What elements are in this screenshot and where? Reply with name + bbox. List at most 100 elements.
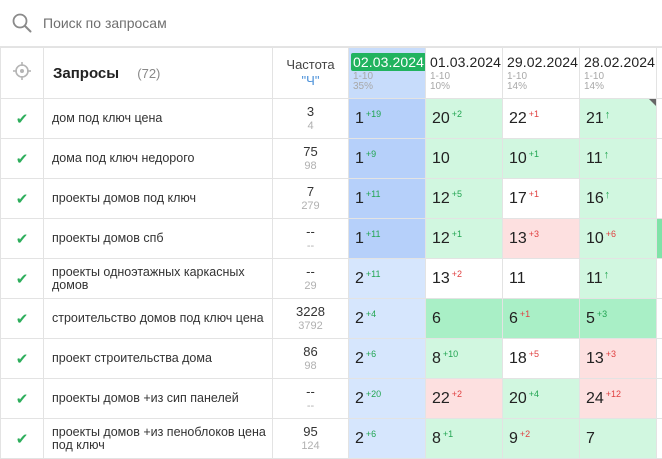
query-text[interactable]: проект строительства дома: [43, 338, 273, 379]
position-cell[interactable]: 1 +19: [348, 98, 426, 139]
position-cell[interactable]: 22 +1: [502, 98, 580, 139]
position-value: 11: [509, 269, 526, 287]
date-column-header[interactable]: 28.02.2024 1-10 14%: [579, 47, 657, 99]
frequency-column-header[interactable]: Частота "Ч": [272, 47, 349, 99]
position-delta: +1: [528, 149, 540, 159]
check-icon: ✔: [15, 390, 29, 408]
query-text[interactable]: дом под ключ цена: [43, 98, 273, 139]
row-checkbox[interactable]: ✔: [0, 258, 44, 299]
position-value: 6: [432, 309, 441, 327]
position-cell[interactable]: 8 +10: [425, 338, 503, 379]
position-delta: +4: [528, 389, 540, 399]
date-label: 01.03.2024: [430, 54, 502, 70]
position-cell[interactable]: 2 +6: [348, 418, 426, 459]
position-cell[interactable]: 1 +11: [348, 218, 426, 259]
positions-table: Запросы (72) Частота "Ч" 02.03.2024 1-10…: [0, 47, 662, 459]
position-value: 18: [509, 350, 527, 367]
row-checkbox[interactable]: ✔: [0, 418, 44, 459]
query-text[interactable]: дома под ключ недорого: [43, 138, 273, 179]
position-cell[interactable]: 7: [579, 418, 657, 459]
position-delta: +11: [365, 229, 381, 239]
select-all-cell[interactable]: [0, 47, 44, 99]
position-cell[interactable]: 2 +6: [348, 338, 426, 379]
position-value: 16: [586, 190, 604, 207]
position-cell[interactable]: 10 +6: [579, 218, 657, 259]
position-cell[interactable]: 5 +3: [579, 298, 657, 339]
date-percent: 35%: [353, 81, 374, 92]
position-cell[interactable]: 1 +11: [348, 178, 426, 219]
position-cell[interactable]: 11↑: [579, 258, 657, 299]
target-icon[interactable]: [12, 61, 32, 81]
position-cell[interactable]: 2 +4: [348, 298, 426, 339]
position-cell[interactable]: 13 +2: [425, 258, 503, 299]
table-row[interactable]: ✔ проекты домов под ключ 7 279 1 +11 12 +5 17 +1 1…: [0, 178, 662, 219]
row-checkbox[interactable]: ✔: [0, 298, 44, 339]
position-delta: +12: [605, 389, 622, 399]
position-cell[interactable]: 20 +4: [502, 378, 580, 419]
query-text[interactable]: проекты домов +из пеноблоков цена под кл…: [43, 418, 273, 459]
position-cell[interactable]: 17 +1: [502, 178, 580, 219]
query-text[interactable]: проекты домов под ключ: [43, 178, 273, 219]
position-cell[interactable]: 1 +9: [348, 138, 426, 179]
search-input[interactable]: [43, 11, 603, 35]
position-cell[interactable]: 8 +1: [425, 418, 503, 459]
table-row[interactable]: ✔ дома под ключ недорого 75 98 1 +9 10 10 +1 11↑: [0, 138, 662, 179]
row-checkbox[interactable]: ✔: [0, 218, 44, 259]
date-column-header[interactable]: 01.03.2024 1-10 10%: [425, 47, 503, 99]
table-row[interactable]: ✔ проекты домов спб -- -- 1 +11 12 +1 13 +3 10 +6: [0, 218, 662, 259]
table-row[interactable]: ✔ строительство домов под ключ цена 3228 37…: [0, 298, 662, 339]
position-value: 24: [586, 390, 604, 407]
position-cell[interactable]: 11↑: [579, 138, 657, 179]
search-icon[interactable]: [11, 12, 33, 34]
frequency-value: 3228: [296, 303, 325, 319]
position-cell[interactable]: 2 +20: [348, 378, 426, 419]
position-delta: +3: [605, 349, 617, 359]
frequency-cell: 95 124: [272, 418, 349, 459]
position-cell[interactable]: 6: [425, 298, 503, 339]
frequency-secondary: --: [306, 399, 315, 412]
table-row[interactable]: ✔ проекты домов +из пеноблоков цена под к…: [0, 418, 662, 459]
position-cell[interactable]: 13 +3: [502, 218, 580, 259]
query-text[interactable]: проекты одноэтажных каркасных домов: [43, 258, 273, 299]
table-row[interactable]: ✔ дом под ключ цена 3 4 1 +19 20 +2 22 +1 21↑: [0, 98, 662, 139]
table-row[interactable]: ✔ проекты домов +из сип панелей -- -- 2 +20 22…: [0, 378, 662, 419]
row-checkbox[interactable]: ✔: [0, 338, 44, 379]
position-value: 17: [509, 190, 527, 207]
date-column-header[interactable]: 02.03.2024 1-10 35%: [348, 47, 426, 99]
check-icon: ✔: [15, 110, 29, 128]
query-text[interactable]: строительство домов под ключ цена: [43, 298, 273, 339]
position-value: 20: [432, 110, 450, 127]
position-cell[interactable]: 12 +1: [425, 218, 503, 259]
date-column-header[interactable]: 29.02.2024 1-10 14%: [502, 47, 580, 99]
queries-column-header[interactable]: Запросы (72): [43, 47, 273, 99]
check-icon: ✔: [15, 430, 29, 448]
position-cell[interactable]: 13 +3: [579, 338, 657, 379]
query-text[interactable]: проекты домов спб: [43, 218, 273, 259]
position-cell[interactable]: 9 +2: [502, 418, 580, 459]
frequency-mode[interactable]: "Ч": [274, 73, 348, 89]
position-cell[interactable]: 6 +1: [502, 298, 580, 339]
position-cell[interactable]: 22 +2: [425, 378, 503, 419]
table-row[interactable]: ✔ проекты одноэтажных каркасных домов -- 29…: [0, 258, 662, 299]
row-checkbox[interactable]: ✔: [0, 138, 44, 179]
position-cell[interactable]: 10: [425, 138, 503, 179]
position-cell[interactable]: 16↑: [579, 178, 657, 219]
position-delta: +1: [528, 109, 540, 119]
position-delta: +19: [365, 109, 382, 119]
row-checkbox[interactable]: ✔: [0, 378, 44, 419]
position-cell[interactable]: 12 +5: [425, 178, 503, 219]
position-delta: +3: [596, 309, 608, 319]
position-cell[interactable]: 24 +12: [579, 378, 657, 419]
query-text[interactable]: проекты домов +из сип панелей: [43, 378, 273, 419]
frequency-value: 86: [303, 343, 318, 359]
position-cell[interactable]: 2 +11: [348, 258, 426, 299]
position-cell[interactable]: 20 +2: [425, 98, 503, 139]
frequency-cell: 34: [272, 98, 349, 139]
row-checkbox[interactable]: ✔: [0, 178, 44, 219]
position-cell[interactable]: 18 +5: [502, 338, 580, 379]
position-cell[interactable]: 10 +1: [502, 138, 580, 179]
table-row[interactable]: ✔ проект строительства дома 86 98 2 +6 8 +10 18 +…: [0, 338, 662, 379]
row-checkbox[interactable]: ✔: [0, 98, 44, 139]
position-cell[interactable]: 21↑: [579, 98, 657, 139]
position-cell[interactable]: 11: [502, 258, 580, 299]
